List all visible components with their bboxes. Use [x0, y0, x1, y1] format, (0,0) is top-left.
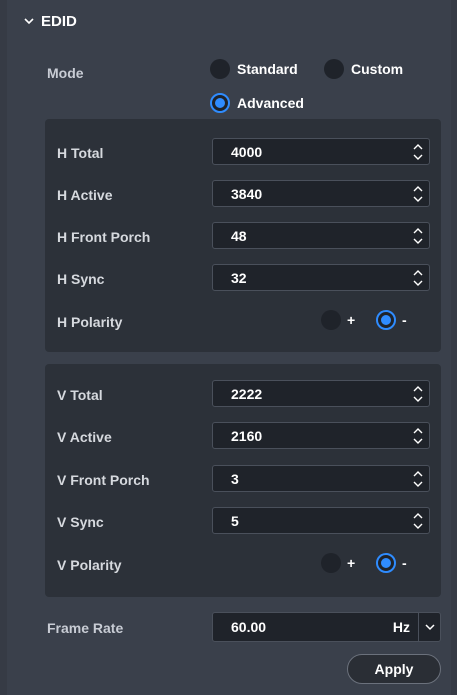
radio-label: +: [347, 555, 356, 571]
edid-panel: EDID Mode Standard Custom Advanced H Tot…: [7, 0, 451, 695]
radio-icon: [324, 59, 344, 79]
spinner-icon[interactable]: [413, 470, 423, 488]
v-active-label: V Active: [57, 429, 112, 445]
v-polarity-plus-radio[interactable]: +: [321, 553, 355, 573]
v-front-porch-input[interactable]: 3: [212, 465, 430, 492]
h-sync-value: 32: [231, 269, 247, 286]
mode-standard-radio[interactable]: Standard: [210, 59, 298, 79]
h-polarity-minus-radio[interactable]: -: [376, 310, 407, 330]
mode-custom-radio[interactable]: Custom: [324, 59, 403, 79]
radio-label: -: [402, 555, 407, 571]
radio-label: +: [347, 312, 356, 328]
frame-rate-unit: Hz: [392, 619, 410, 635]
radio-icon: [321, 310, 341, 330]
spinner-icon[interactable]: [413, 512, 423, 530]
radio-selected-icon: [376, 310, 396, 330]
v-sync-value: 5: [231, 512, 239, 529]
chevron-down-icon: [424, 624, 435, 631]
h-total-input[interactable]: 4000: [212, 138, 430, 165]
radio-selected-icon: [376, 553, 396, 573]
h-front-porch-value: 48: [231, 227, 247, 244]
h-active-value: 3840: [231, 185, 263, 202]
v-active-value: 2160: [231, 427, 263, 444]
spinner-icon[interactable]: [413, 143, 423, 161]
frame-rate-input[interactable]: 60.00 Hz: [212, 612, 441, 642]
radio-label: Custom: [351, 61, 404, 77]
chevron-down-icon: [24, 18, 34, 25]
h-front-porch-input[interactable]: 48: [212, 222, 430, 249]
edid-header[interactable]: EDID: [23, 10, 77, 32]
h-sync-label: H Sync: [57, 271, 105, 287]
mode-label: Mode: [47, 65, 84, 81]
spinner-icon[interactable]: [413, 427, 423, 445]
radio-label: -: [402, 312, 407, 328]
h-total-value: 4000: [231, 143, 263, 160]
h-active-input[interactable]: 3840: [212, 180, 430, 207]
v-active-input[interactable]: 2160: [212, 422, 430, 449]
frame-rate-label: Frame Rate: [47, 620, 124, 636]
apply-button[interactable]: Apply: [347, 654, 441, 684]
radio-icon: [321, 553, 341, 573]
radio-label: Advanced: [237, 95, 304, 111]
v-total-label: V Total: [57, 387, 103, 403]
v-total-value: 2222: [231, 385, 263, 402]
h-active-label: H Active: [57, 187, 113, 203]
mode-advanced-radio[interactable]: Advanced: [210, 93, 304, 113]
spinner-icon[interactable]: [413, 385, 423, 403]
spinner-icon[interactable]: [413, 269, 423, 287]
section-title: EDID: [41, 12, 77, 30]
v-front-porch-value: 3: [231, 470, 239, 487]
v-sync-input[interactable]: 5: [212, 507, 430, 534]
spinner-icon[interactable]: [413, 185, 423, 203]
h-polarity-label: H Polarity: [57, 314, 123, 330]
v-polarity-minus-radio[interactable]: -: [376, 553, 407, 573]
radio-label: Standard: [237, 61, 298, 77]
h-total-label: H Total: [57, 145, 104, 161]
v-total-input[interactable]: 2222: [212, 380, 430, 407]
h-front-porch-label: H Front Porch: [57, 229, 151, 245]
v-sync-label: V Sync: [57, 514, 104, 530]
v-polarity-label: V Polarity: [57, 557, 122, 573]
h-sync-input[interactable]: 32: [212, 264, 430, 291]
h-polarity-plus-radio[interactable]: +: [321, 310, 355, 330]
spinner-icon[interactable]: [413, 227, 423, 245]
v-front-porch-label: V Front Porch: [57, 472, 150, 488]
frame-rate-value: 60.00: [231, 619, 267, 635]
radio-selected-icon: [210, 93, 230, 113]
frame-rate-dropdown[interactable]: [418, 613, 440, 641]
radio-icon: [210, 59, 230, 79]
